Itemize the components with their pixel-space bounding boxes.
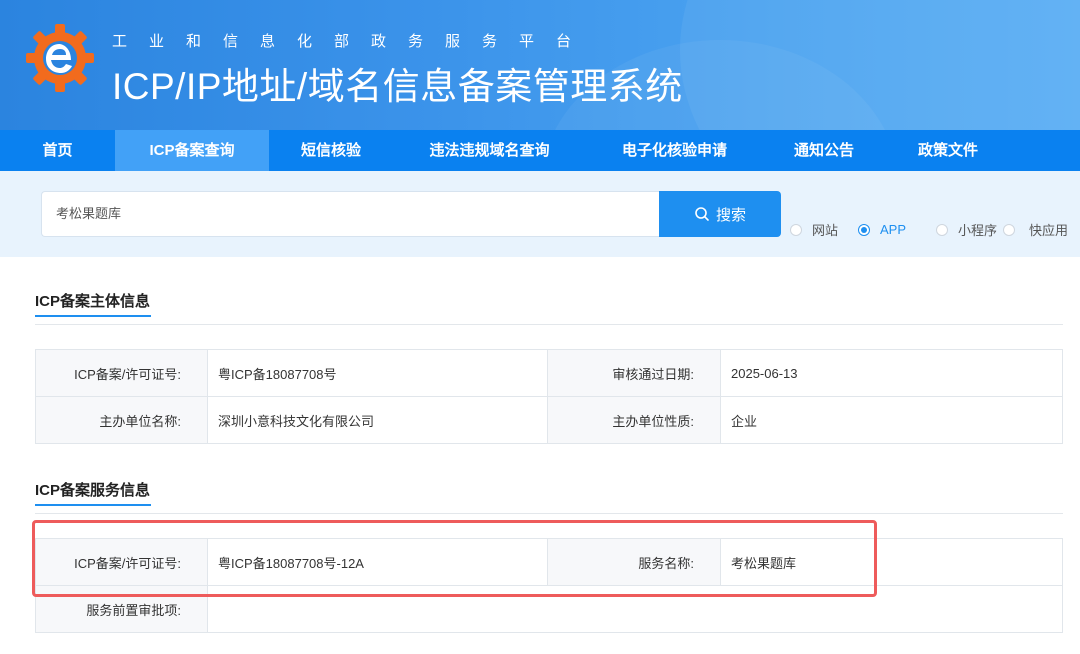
search-input[interactable]: 考松果题库 (41, 191, 661, 237)
radio-checked-icon (858, 223, 871, 236)
field-label: 主办单位名称: (35, 396, 208, 444)
radio-label: APP (880, 222, 907, 237)
field-label: 主办单位性质: (547, 396, 721, 444)
subject-info-table: ICP备案/许可证号: 粤ICP备18087708号 审核通过日期: 2025-… (35, 349, 1063, 444)
nav-item-icp-query[interactable]: ICP备案查询 (115, 130, 269, 171)
field-value: 深圳小意科技文化有限公司 (207, 396, 548, 444)
field-value: 2025-06-13 (720, 349, 1063, 397)
header-banner: 工业和信息化部政务服务平台 ICP/IP地址/域名信息备案管理系统 (0, 0, 1080, 130)
radio-circle-icon (936, 223, 949, 236)
subject-section-title: ICP备案主体信息 (35, 293, 151, 310)
miit-logo-icon (26, 24, 94, 92)
type-radio-group: 网站 APP 小程序 快应用 (790, 220, 1074, 239)
section-divider (35, 324, 1063, 325)
radio-label: 小程序 (958, 223, 998, 238)
nav-item-illegal-domain[interactable]: 违法违规域名查询 (393, 130, 586, 171)
table-row: 主办单位名称: 深圳小意科技文化有限公司 主办单位性质: 企业 (35, 396, 1063, 444)
radio-label: 网站 (812, 223, 839, 238)
search-button[interactable]: 搜索 (659, 191, 781, 237)
field-value: 企业 (720, 396, 1063, 444)
radio-circle-icon (790, 223, 802, 236)
nav-item-e-verify[interactable]: 电子化核验申请 (586, 130, 763, 171)
section-underline (35, 504, 151, 506)
search-button-label: 搜索 (715, 206, 746, 224)
platform-subtitle: 工业和信息化部政务服务平台 (112, 33, 594, 50)
radio-circle-icon (1003, 223, 1016, 236)
main-nav: 首页 ICP备案查询 短信核验 违法违规域名查询 电子化核验申请 通知公告 政策… (0, 130, 1080, 171)
radio-label: 快应用 (1029, 223, 1069, 238)
nav-item-notices[interactable]: 通知公告 (763, 130, 885, 171)
search-area: 考松果题库 搜索 网站 APP 小程序 快应用 (0, 171, 1080, 257)
radio-quick-app[interactable]: 快应用 (1003, 220, 1068, 239)
search-icon (695, 207, 709, 221)
field-label: 审核通过日期: (547, 349, 721, 397)
highlight-box (32, 520, 877, 597)
field-label: ICP备案/许可证号: (35, 349, 208, 397)
field-value: 粤ICP备18087708号 (207, 349, 548, 397)
nav-item-policies[interactable]: 政策文件 (885, 130, 1011, 171)
section-underline (35, 315, 151, 317)
table-row: ICP备案/许可证号: 粤ICP备18087708号 审核通过日期: 2025-… (35, 349, 1063, 397)
nav-item-sms-verify[interactable]: 短信核验 (269, 130, 393, 171)
nav-item-home[interactable]: 首页 (0, 130, 115, 171)
service-section-title: ICP备案服务信息 (35, 482, 151, 499)
section-divider (35, 513, 1063, 514)
radio-mini-program[interactable]: 小程序 (936, 220, 997, 239)
radio-app[interactable]: APP (858, 222, 930, 237)
radio-website[interactable]: 网站 (790, 220, 852, 239)
system-title: ICP/IP地址/域名信息备案管理系统 (112, 66, 683, 107)
